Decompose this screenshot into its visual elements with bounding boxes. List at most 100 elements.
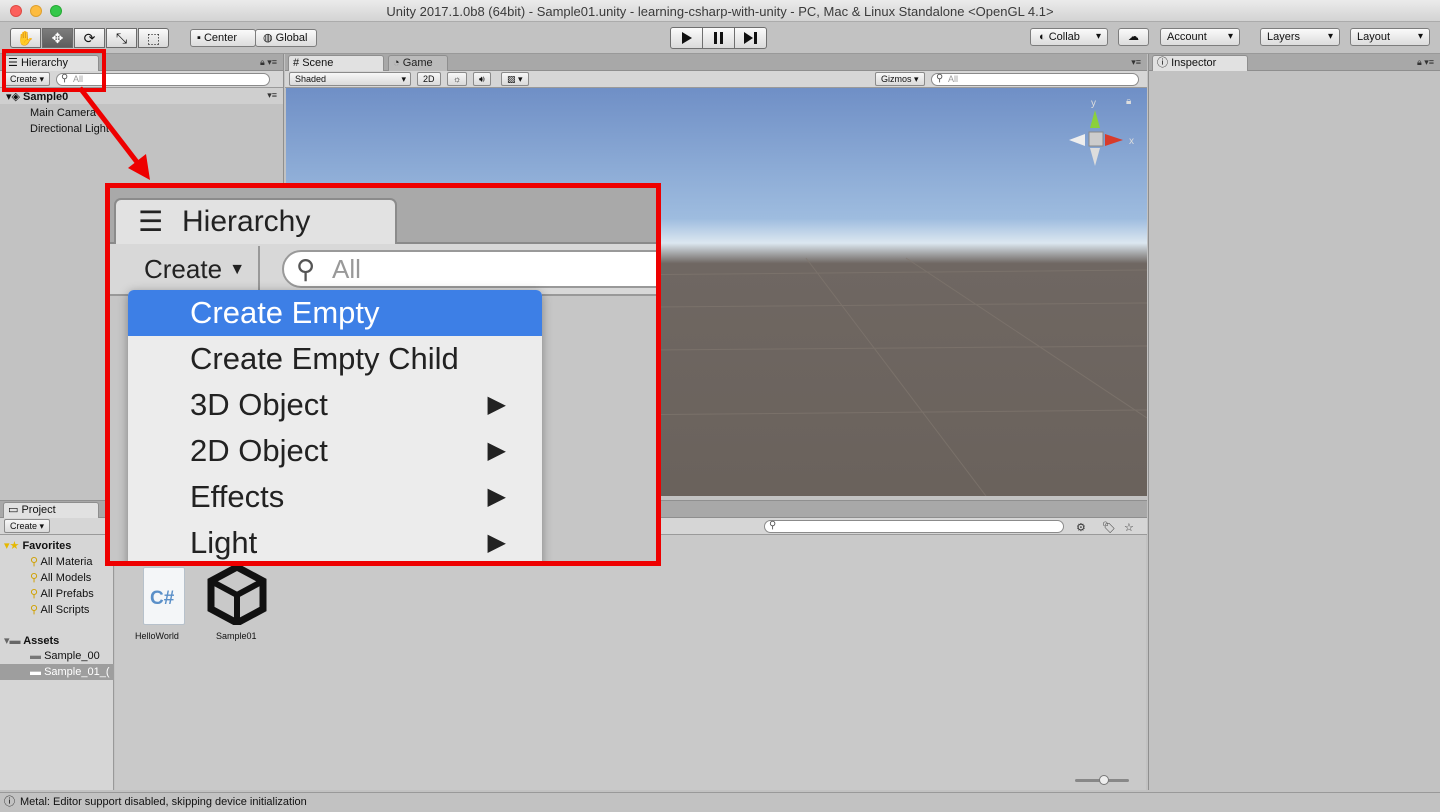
zoom-tab-hierarchy: ☰ Hierarchy — [114, 198, 397, 246]
tab-inspector[interactable]: ⓘ Inspector — [1152, 55, 1248, 71]
rotate-tool-button[interactable]: ⟳ — [74, 28, 105, 48]
unity-editor-window: Unity 2017.1.0b8 (64bit) - Sample01.unit… — [0, 0, 1440, 812]
folder-icon: ▬ — [30, 650, 41, 662]
submenu-arrow-icon: ▶ — [487, 391, 506, 418]
mode-2d-toggle[interactable]: 2D — [417, 72, 441, 86]
chevron-down-icon: ▾ — [401, 74, 406, 84]
project-search-input[interactable] — [764, 520, 1064, 533]
axis-x-label: x — [1129, 136, 1134, 147]
play-button[interactable] — [670, 27, 703, 49]
favorite-star-icon[interactable]: ☆ — [1124, 521, 1134, 534]
filter-type-icon[interactable]: ⚙ — [1076, 521, 1086, 534]
search-icon: ⚲ — [30, 588, 39, 600]
slider-thumb[interactable] — [1099, 775, 1109, 785]
cloud-button[interactable]: ☁ — [1118, 28, 1149, 46]
pacman-icon: ◔ — [393, 57, 400, 69]
shading-mode-dropdown[interactable]: Shaded ▾ — [289, 72, 411, 86]
submenu-arrow-icon: ▶ — [487, 437, 506, 464]
collab-dropdown[interactable]: ◐ Collab — [1030, 28, 1108, 46]
image-icon: ▨ — [507, 74, 516, 84]
create-dropdown-menu: Create Empty Create Empty Child 3D Objec… — [128, 290, 542, 561]
globe-icon: ◍ — [263, 32, 273, 44]
account-dropdown[interactable]: Account — [1160, 28, 1240, 46]
tab-scene[interactable]: # Scene — [288, 55, 384, 71]
favorites-header[interactable]: ▾★ Favorites — [4, 539, 71, 552]
tab-game[interactable]: ◔ Game — [388, 55, 448, 71]
zoom-create-button: Create ▼ — [126, 246, 260, 294]
main-toolbar: ✋ ✥ ⟳ ⤡ ⬚ ▪ Center ◍ Global ◐ Collab ☁ — [0, 22, 1440, 54]
menu-item-light[interactable]: Light ▶ — [128, 520, 542, 561]
search-icon: ⚲ — [296, 254, 316, 284]
folder-item[interactable]: ▬ Sample_00 — [30, 650, 100, 662]
icon-size-slider[interactable] — [1075, 775, 1129, 785]
status-message: Metal: Editor support disabled, skipping… — [20, 796, 307, 808]
scene-orientation-gizmo[interactable]: y x — [1065, 96, 1145, 186]
search-icon: ⚲ — [30, 572, 39, 584]
pause-button[interactable] — [702, 27, 735, 49]
chevron-down-icon: ▼ — [229, 261, 246, 278]
lighting-toggle[interactable]: ☼ — [447, 72, 468, 86]
scene-subbar: Shaded▾ 2D ☼ 🔊︎ ▨ ▾ Gizmos ▾ All — [285, 71, 1147, 88]
move-tool-button[interactable]: ✥ — [42, 28, 73, 48]
status-bar: ⓘ Metal: Editor support disabled, skippi… — [0, 792, 1440, 812]
submenu-arrow-icon: ▶ — [487, 529, 506, 556]
gizmo-lock-icon[interactable]: 🔒︎ — [1126, 96, 1131, 107]
grid-icon: # — [293, 57, 300, 69]
step-button[interactable] — [734, 27, 767, 49]
favorites-item[interactable]: ⚲ All Scripts — [30, 603, 89, 616]
folder-icon: ▭ — [8, 504, 19, 516]
menu-item-3d-object[interactable]: 3D Object ▶ — [128, 382, 542, 428]
filter-label-icon[interactable]: 🏷︎ — [1102, 521, 1116, 534]
scale-tool-button[interactable]: ⤡ — [106, 28, 137, 48]
rect-tool-button[interactable]: ⬚ — [138, 28, 169, 48]
zoom-tabstrip: ☰ Hierarchy — [110, 188, 656, 246]
zoom-subbar: Create ▼ ⚲ All — [110, 244, 656, 296]
pivot-icon: ▪ — [197, 32, 201, 44]
pivot-center-button[interactable]: ▪ Center — [190, 29, 256, 47]
axis-y-label: y — [1091, 98, 1096, 109]
panel-lock-icon[interactable]: 🔒︎ ▾≡ — [260, 57, 277, 68]
csharp-script-icon[interactable]: C# — [143, 567, 185, 625]
cloud-icon: ☁ — [1128, 31, 1139, 43]
callout-arrow-icon — [78, 86, 150, 180]
zoom-search-input: ⚲ All — [282, 250, 656, 288]
favorites-item[interactable]: ⚲ All Materia — [30, 555, 92, 568]
scene-tabstrip: # Scene ◔ Game ▾≡ — [285, 54, 1147, 71]
search-icon: ⚲ — [30, 556, 39, 568]
favorites-item[interactable]: ⚲ All Models — [30, 571, 91, 584]
menu-item-2d-object[interactable]: 2D Object ▶ — [128, 428, 542, 474]
title-bar: Unity 2017.1.0b8 (64bit) - Sample01.unit… — [0, 0, 1440, 22]
scene-options-icon[interactable]: ▾≡ — [267, 90, 277, 101]
search-icon: ⚲ — [30, 604, 39, 616]
layout-dropdown[interactable]: Layout — [1350, 28, 1430, 46]
audio-toggle[interactable]: 🔊︎ — [473, 72, 491, 86]
menu-item-effects[interactable]: Effects ▶ — [128, 474, 542, 520]
favorites-item[interactable]: ⚲ All Prefabs — [30, 587, 94, 600]
scene-panel-menu-icon[interactable]: ▾≡ — [1131, 57, 1141, 68]
window-title: Unity 2017.1.0b8 (64bit) - Sample01.unit… — [386, 4, 1054, 19]
pause-icon — [714, 32, 723, 44]
project-folder-tree: ▾★ Favorites ⚲ All Materia ⚲ All Models … — [0, 535, 114, 790]
unity-scene-icon[interactable] — [207, 565, 267, 625]
inspector-lock-icon[interactable]: 🔒︎ ▾≡ — [1417, 57, 1434, 68]
gizmos-dropdown[interactable]: Gizmos ▾ — [875, 72, 925, 86]
project-asset-grid: C# HelloWorld Sample01 — [115, 535, 1146, 790]
asset-label: HelloWorld — [135, 631, 179, 641]
assets-header[interactable]: ▾▬ Assets — [4, 634, 59, 647]
asset-label: Sample01 — [216, 631, 257, 641]
project-create-button[interactable]: Create ▾ — [4, 519, 51, 533]
menu-item-create-empty-child[interactable]: Create Empty Child — [128, 336, 542, 382]
inspector-panel: ⓘ Inspector 🔒︎ ▾≡ — [1148, 54, 1440, 790]
menu-item-create-empty[interactable]: Create Empty — [128, 290, 542, 336]
tab-project[interactable]: ▭ Project — [3, 502, 99, 518]
layers-dropdown[interactable]: Layers — [1260, 28, 1340, 46]
space-global-button[interactable]: ◍ Global — [255, 29, 317, 47]
star-icon: ▾★ — [4, 540, 20, 552]
hand-tool-button[interactable]: ✋ — [10, 28, 41, 48]
folder-item-selected[interactable]: ▬ Sample_01_( — [0, 664, 114, 680]
submenu-arrow-icon: ▶ — [487, 483, 506, 510]
effects-dropdown[interactable]: ▨ ▾ — [501, 72, 529, 86]
scene-search-input[interactable]: All — [931, 73, 1139, 86]
step-icon — [744, 32, 757, 44]
speaker-icon: 🔊︎ — [479, 74, 485, 84]
